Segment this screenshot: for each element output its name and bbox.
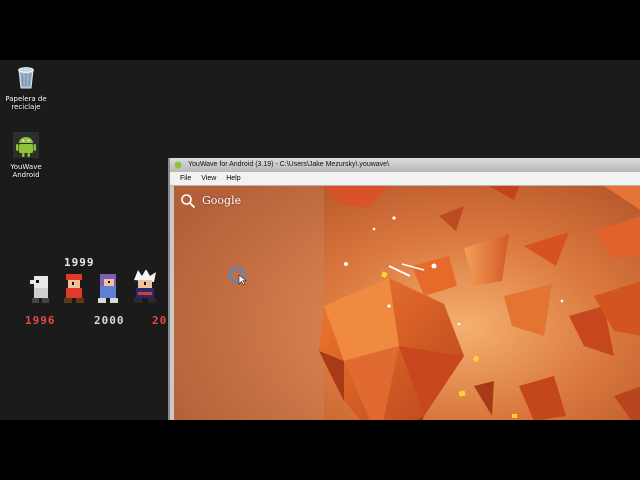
loading-cursor-icon <box>229 267 247 286</box>
window-app-icon <box>174 161 182 169</box>
wallpaper-sprites: 1999 1996 2000 20 <box>20 256 170 336</box>
recycle-bin-icon <box>18 67 34 89</box>
search-icon <box>181 194 196 209</box>
menu-bar: File View Help <box>170 172 640 186</box>
pixel-characters-illustration <box>30 270 156 303</box>
menu-file[interactable]: File <box>176 172 195 185</box>
window-title: YouWave for Android (3.19) - C:\Users\Ja… <box>188 161 390 168</box>
recycle-bin-shortcut[interactable]: Papelera de reciclaje <box>0 64 56 111</box>
recycle-bin-label-1: Papelera de <box>5 95 47 103</box>
menu-help[interactable]: Help <box>222 172 244 185</box>
wallpaper-year-1999: 1999 <box>64 256 95 269</box>
wallpaper-year-1996: 1996 <box>25 314 56 327</box>
android-wallpaper <box>174 186 640 420</box>
android-home-screen[interactable]: Google <box>174 186 640 420</box>
youwave-label-1: YouWave <box>10 163 42 171</box>
letterbox-bottom <box>0 420 640 480</box>
desktop: Papelera de reciclaje YouWave Android 19… <box>0 60 640 420</box>
wallpaper-year-2000: 2000 <box>94 314 125 327</box>
youwave-label-2: Android <box>12 171 40 179</box>
window-titlebar[interactable]: YouWave for Android (3.19) - C:\Users\Ja… <box>170 158 640 172</box>
youwave-window[interactable]: YouWave for Android (3.19) - C:\Users\Ja… <box>168 158 640 420</box>
menu-view[interactable]: View <box>197 172 220 185</box>
recycle-bin-label-2: reciclaje <box>11 103 41 111</box>
google-search-label: Google <box>202 194 242 207</box>
youwave-android-shortcut[interactable]: YouWave Android <box>0 132 56 179</box>
wallpaper-year-partial: 20 <box>152 314 168 327</box>
android-icon <box>13 132 39 158</box>
letterbox-top <box>0 0 640 60</box>
